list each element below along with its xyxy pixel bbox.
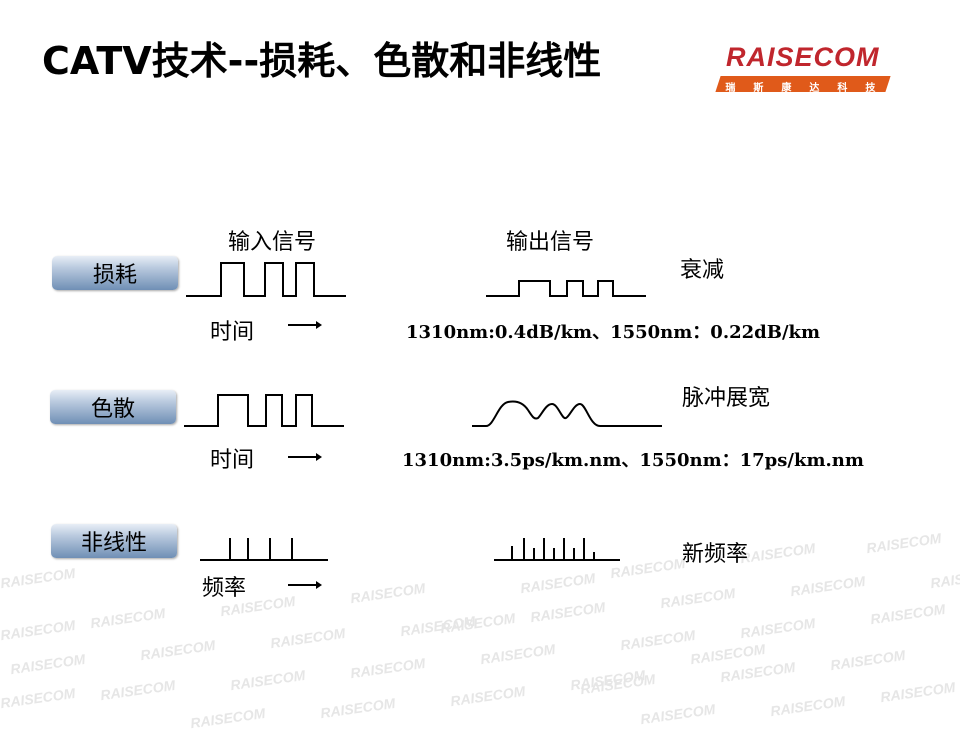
watermark-text: RAISECOM — [879, 678, 957, 706]
logo-char: 斯 — [753, 83, 764, 94]
dispersion-input-waveform — [184, 394, 344, 427]
loss-effect-label: 衰减 — [680, 258, 725, 283]
right-arrow-icon — [288, 321, 322, 329]
watermark-text: RAISECOM — [269, 624, 347, 652]
logo-char: 瑞 — [725, 83, 736, 94]
watermark-text: RAISECOM — [865, 529, 943, 557]
input-signal-header: 输入信号 — [228, 230, 317, 255]
watermark-text: RAISECOM — [319, 694, 397, 722]
watermark-text: RAISECOM — [789, 572, 867, 600]
watermark-text: RAISECOM — [139, 636, 217, 664]
logo-char: 达 — [809, 83, 820, 94]
nonlinear-output-spectrum — [494, 538, 620, 561]
nonlinear-label-button[interactable]: 非线性 — [51, 524, 177, 558]
watermark-text: RAISECOM — [0, 684, 77, 712]
watermark-text: RAISECOM — [609, 554, 687, 582]
watermark-text: RAISECOM — [639, 700, 717, 728]
logo-char: 科 — [837, 83, 848, 94]
watermark-text: RAISECOM — [929, 564, 960, 592]
watermark-text: RAISECOM — [769, 692, 847, 720]
dispersion-axis-label: 时间 — [210, 448, 255, 473]
watermark-text: RAISECOM — [829, 646, 907, 674]
watermark-text: RAISECOM — [739, 539, 817, 567]
logo-subtitle-bar: 瑞斯康达科技 — [715, 76, 891, 94]
logo-char: 康 — [781, 83, 792, 94]
loss-label-button[interactable]: 损耗 — [52, 256, 178, 290]
output-signal-header: 输出信号 — [506, 230, 595, 255]
watermark-text: RAISECOM — [869, 600, 947, 628]
loss-label: 损耗 — [92, 263, 137, 288]
page-title: CATV技术--损耗、色散和非线性 — [42, 39, 602, 83]
loss-spec: 1310nm:0.4dB/km、1550nm：0.22dB/km — [406, 322, 821, 343]
watermark-text: RAISECOM — [659, 584, 737, 612]
logo-word: RAISECOM — [726, 42, 880, 72]
dispersion-label-button[interactable]: 色散 — [50, 390, 176, 424]
logo-char: 技 — [865, 83, 876, 94]
watermark-text: RAISECOM — [719, 658, 797, 686]
watermark-text: RAISECOM — [479, 640, 557, 668]
loss-axis-label: 时间 — [210, 320, 255, 345]
watermark-text: RAISECOM — [399, 612, 477, 640]
watermark-text: RAISECOM — [9, 650, 87, 678]
dispersion-spec: 1310nm:3.5ps/km.nm、1550nm：17ps/km.nm — [402, 450, 864, 471]
nonlinear-label: 非线性 — [80, 531, 147, 556]
nonlinear-input-spectrum — [200, 538, 328, 561]
watermark-text: RAISECOM — [529, 598, 607, 626]
dispersion-effect-label: 脉冲展宽 — [682, 386, 771, 411]
watermark-text: RAISECOM — [449, 682, 527, 710]
watermark-text: RAISECOM — [519, 569, 597, 597]
right-arrow-icon — [288, 581, 322, 589]
watermark-text: RAISECOM — [0, 616, 77, 644]
watermark-text: RAISECOM — [89, 604, 167, 632]
dispersion-output-waveform — [472, 400, 662, 427]
watermark-text: RAISECOM — [619, 626, 697, 654]
watermark-text: RAISECOM — [349, 579, 427, 607]
loss-input-waveform — [186, 262, 346, 297]
right-arrow-icon — [288, 453, 322, 461]
raisecom-logo: RAISECOM 瑞 斯 康 达 科 技 — [712, 42, 902, 96]
nonlinear-effect-label: 新频率 — [682, 542, 749, 567]
loss-output-waveform — [486, 280, 646, 297]
watermark-text: RAISECOM — [349, 654, 427, 682]
watermark-text: RAISECOM — [229, 666, 307, 694]
watermark-text: RAISECOM — [189, 704, 267, 731]
watermark-text: RAISECOM — [0, 564, 77, 592]
nonlinear-axis-label: 频率 — [202, 576, 247, 601]
dispersion-label: 色散 — [90, 397, 135, 422]
watermark-text: RAISECOM — [99, 676, 177, 704]
watermark-text: RAISECOM — [739, 614, 817, 642]
